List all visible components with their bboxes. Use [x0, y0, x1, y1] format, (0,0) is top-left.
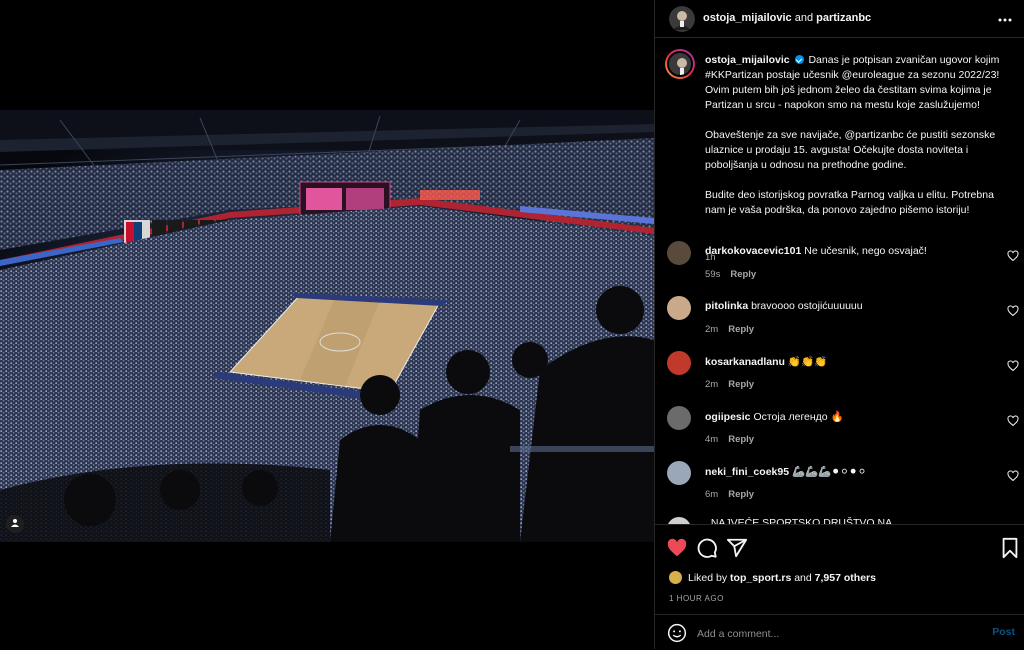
comment-username[interactable]: neki_fini_coek95 [705, 466, 789, 478]
arena-photo-illustration [0, 110, 654, 542]
verified-icon [794, 55, 804, 64]
header-avatar[interactable] [669, 6, 695, 32]
comment-like-icon[interactable] [1007, 249, 1019, 262]
comment-avatar[interactable] [667, 241, 691, 265]
comment-text: bravoooo ostojićuuuuuu [751, 300, 863, 312]
post-header: ostoja_mijailovic and partizanbc [655, 0, 1024, 38]
post-time: 1 HOUR AGO [669, 594, 724, 603]
caption-paragraph-3: Budite deo istorijskog povratka Parnog v… [705, 189, 994, 216]
comment-avatar[interactable] [667, 351, 691, 375]
caption-avatar[interactable] [665, 49, 695, 79]
header-usernames: ostoja_mijailovic and partizanbc [703, 12, 871, 24]
caption-text: ostoja_mijailovic Danas je potpisan zvan… [705, 53, 1011, 218]
comment-username[interactable]: pitolinka [705, 300, 748, 312]
add-comment-input[interactable] [695, 624, 969, 644]
comment-avatar[interactable] [667, 296, 691, 320]
likes-summary: Liked by top_sport.rs and 7,957 others [669, 571, 876, 584]
more-icon [998, 9, 1012, 27]
comment-username[interactable]: darkokovacevic101 [705, 245, 801, 257]
emoji-icon[interactable] [667, 623, 687, 643]
heart-icon[interactable] [666, 537, 688, 559]
tag-user-icon [10, 515, 20, 533]
comment-time: 2m [705, 324, 719, 335]
liker-username[interactable]: top_sport.rs [730, 572, 791, 584]
header-username-2[interactable]: partizanbc [816, 12, 871, 24]
bookmark-icon[interactable] [999, 537, 1021, 559]
comment-item: pitolinka bravoooo ostojićuuuuuu 2m Reply [655, 296, 1024, 346]
comment-text: 🦾🦾🦾⚫⚪⚫⚪ [791, 466, 867, 478]
comment-time: 59s [705, 269, 721, 280]
post-side-panel: ostoja_mijailovic and partizanbc ostoja_… [654, 0, 1024, 649]
comment-like-icon[interactable] [1007, 359, 1019, 372]
liker-avatar[interactable] [669, 571, 682, 584]
caption-username[interactable]: ostoja_mijailovic [705, 54, 790, 66]
post-actions: Liked by top_sport.rs and 7,957 others 1… [655, 524, 1024, 649]
comment-item: kosarkanadlanu 👏👏👏 2m Reply [655, 351, 1024, 401]
caption-paragraph-2: Obaveštenje za sve navijače, @partizanbc… [705, 129, 996, 171]
comment-icon[interactable] [696, 537, 718, 559]
comment-text: 👏👏👏 [787, 356, 828, 368]
arena-photo[interactable] [0, 110, 654, 542]
likes-prefix: Liked by [688, 571, 728, 584]
more-options-button[interactable] [995, 9, 1015, 27]
comment-like-icon[interactable] [1007, 469, 1019, 482]
comment-text: Ne učesnik, nego osvajač! [804, 245, 927, 257]
reply-button[interactable]: Reply [728, 489, 754, 500]
post-media [0, 0, 654, 649]
header-username-1[interactable]: ostoja_mijailovic [703, 12, 792, 24]
reply-button[interactable]: Reply [728, 324, 754, 335]
tag-user-button[interactable] [6, 515, 24, 533]
comment-username[interactable]: kosarkanadlanu [705, 356, 785, 368]
reply-button[interactable]: Reply [728, 379, 754, 390]
comment-item: darkokovacevic101 Ne učesnik, nego osvaj… [655, 241, 1024, 291]
comment-text: Остоја легендо 🔥 [753, 411, 844, 423]
comment-like-icon[interactable] [1007, 304, 1019, 317]
comment-avatar[interactable] [667, 406, 691, 430]
likes-and: and [794, 571, 812, 584]
comment-username[interactable]: ogiipesic [705, 411, 751, 423]
comment-like-icon[interactable] [1007, 414, 1019, 427]
comment-avatar[interactable] [667, 461, 691, 485]
post-comment-button[interactable]: Post [992, 626, 1015, 638]
likes-others[interactable]: 7,957 others [815, 572, 876, 584]
comment-item: neki_fini_coek95 🦾🦾🦾⚫⚪⚫⚪ 6m Reply [655, 461, 1024, 511]
header-and: and [794, 12, 814, 24]
reply-button[interactable]: Reply [728, 434, 754, 445]
share-icon[interactable] [726, 537, 748, 559]
comment-item: ogiipesic Остоја легендо 🔥 4m Reply [655, 406, 1024, 456]
comment-time: 4m [705, 434, 719, 445]
comment-time: 6m [705, 489, 719, 500]
reply-button[interactable]: Reply [730, 269, 756, 280]
add-comment-bar: Post [655, 614, 1024, 650]
comment-time: 2m [705, 379, 719, 390]
